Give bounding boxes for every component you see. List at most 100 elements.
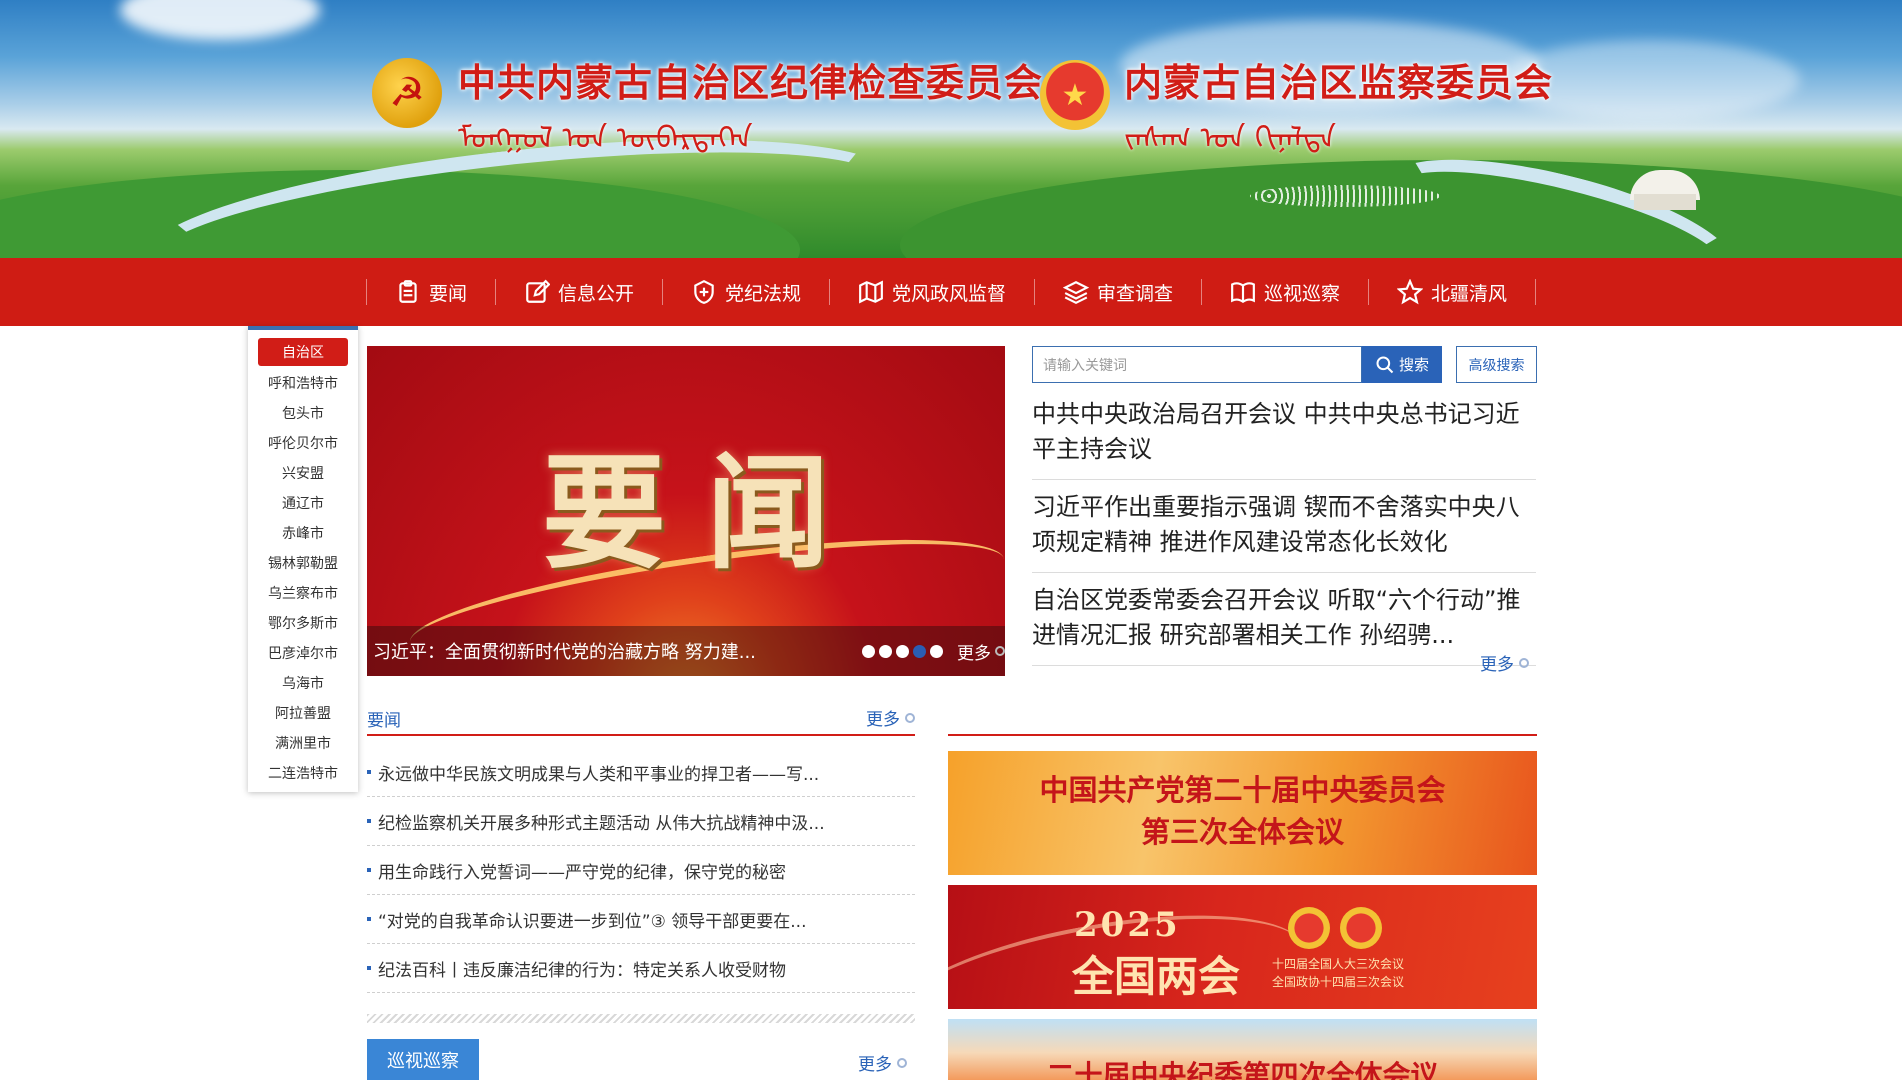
nav-item-label: 巡视巡察 (1263, 282, 1340, 305)
region-item-hinggan[interactable]: 兴安盟 (248, 458, 358, 488)
more-circle-icon (995, 646, 1005, 656)
slider-more-link[interactable]: 更多 (957, 639, 1005, 664)
sheep-flock (1250, 185, 1440, 207)
region-item-baotou[interactable]: 包头市 (248, 398, 358, 428)
advanced-search-button[interactable]: 高级搜索 (1456, 346, 1537, 383)
edit-icon (524, 279, 550, 305)
cppcc-emblem-icon (1340, 907, 1382, 949)
search-icon (1376, 356, 1394, 373)
more-label: 更多 (858, 1055, 892, 1075)
nav-item-investigation[interactable]: 审查调查 (1035, 258, 1201, 326)
region-item-tongliao[interactable]: 通辽市 (248, 488, 358, 518)
news-slider[interactable]: 要闻 习近平：全面贯彻新时代党的治藏方略 努力建... 更多 (367, 346, 1005, 676)
nav-item-north-breeze[interactable]: 北疆清风 (1369, 258, 1535, 326)
promo-two-sessions-banner[interactable]: 2025 全国两会 十四届全国人大三次会议 全国政协十四届三次会议 (948, 885, 1537, 1009)
headline-item[interactable]: 自治区党委常委会召开会议 听取“六个行动”推进情况汇报 研究部署相关工作 孙绍骋… (1032, 583, 1536, 666)
news-list: 永远做中华民族文明成果与人类和平事业的捍卫者——写... 纪检监察机关开展多种形… (367, 748, 915, 993)
list-item[interactable]: “对党的自我革命认识要进一步到位”③ 领导干部更要在... (367, 895, 915, 944)
slider-caption[interactable]: 习近平：全面贯彻新时代党的治藏方略 努力建... (373, 638, 828, 664)
nav-item-label: 党风政风监督 (891, 282, 1006, 305)
nav-item-supervision[interactable]: 党风政风监督 (830, 258, 1034, 326)
region-item-alxa[interactable]: 阿拉善盟 (248, 698, 358, 728)
promo-cdic-banner[interactable]: 二十届中央纪委第四次全体会议 (948, 1019, 1537, 1080)
tab-inspection[interactable]: 巡视巡察 (367, 1039, 479, 1080)
more-circle-icon (897, 1057, 907, 1068)
more-circle-icon (905, 712, 915, 723)
headline-item[interactable]: 习近平作出重要指示强调 锲而不舍落实中央八项规定精神 推进作风建设常态化长效化 (1032, 490, 1536, 573)
promo-sessions-sub2: 全国政协十四届三次会议 (1272, 975, 1405, 989)
list-item[interactable]: 纪检监察机关开展多种形式主题活动 从伟大抗战精神中汲... (367, 797, 915, 846)
nav-item-label: 要闻 (428, 282, 467, 305)
site-title-secondary-mongolian: ᠵᠠᠰᠠᠭ ᠤᠨ ᠬᠢᠨᠠᠯᠲᠠ (1124, 121, 1336, 156)
headline-list: 中共中央政治局召开会议 中共中央总书记习近平主持会议 习近平作出重要指示强调 锲… (1032, 397, 1536, 676)
news-item-title: 用生命践行入党誓词——严守党的纪律，保守党的秘密 (378, 862, 786, 883)
site-title: 中共内蒙古自治区纪律检查委员会 (458, 60, 1044, 105)
slider-dot[interactable] (930, 644, 943, 658)
search-button[interactable]: 搜索 (1362, 346, 1442, 383)
region-item-chifeng[interactable]: 赤峰市 (248, 518, 358, 548)
news-item-title: “对党的自我革命认识要进一步到位”③ 领导干部更要在... (378, 911, 807, 932)
main-nav: 要闻 信息公开 党纪法规 党风政风监督 审查调查 巡视巡察 北疆清风 (366, 258, 1536, 326)
search-button-label: 搜索 (1398, 357, 1429, 374)
news-section-more-link[interactable]: 更多 (866, 705, 915, 730)
more-label: 更多 (1480, 655, 1514, 675)
news-item-title: 永远做中华民族文明成果与人类和平事业的捍卫者——写... (378, 764, 820, 785)
slider-dot[interactable] (879, 644, 892, 658)
slider-title: 要闻 (541, 441, 870, 586)
nav-item-news[interactable]: 要闻 (367, 258, 495, 326)
promo-sessions-sub1: 十四届全国人大三次会议 (1272, 957, 1405, 971)
list-item[interactable]: 用生命践行入党誓词——严守党的纪律，保守党的秘密 (367, 846, 915, 895)
promo-cdic-text: 二十届中央纪委第四次全体会议 (1046, 1059, 1439, 1080)
slider-dot-active[interactable] (913, 644, 926, 658)
nav-item-regulations[interactable]: 党纪法规 (663, 258, 829, 326)
star-icon (1396, 279, 1423, 305)
region-item-hohhot[interactable]: 呼和浩特市 (248, 368, 358, 398)
headlines-more-link[interactable]: 更多 (1480, 650, 1529, 675)
news-section-title[interactable]: 要闻 (367, 706, 401, 731)
more-label: 更多 (866, 710, 900, 730)
region-item-wuhai[interactable]: 乌海市 (248, 668, 358, 698)
inspection-more-link[interactable]: 更多 (858, 1050, 907, 1075)
region-selector: 自治区 呼和浩特市 包头市 呼伦贝尔市 兴安盟 通辽市 赤峰市 锡林郭勒盟 乌兰… (248, 326, 358, 792)
region-item-xilingol[interactable]: 锡林郭勒盟 (248, 548, 358, 578)
map-icon (858, 279, 884, 305)
promo-plenum-line2: 第三次全体会议 (1140, 815, 1344, 849)
promo-plenum-line1: 中国共产党第二十届中央委员会 (1039, 773, 1446, 807)
promo-plenum-text: 中国共产党第二十届中央委员会 第三次全体会议 (948, 769, 1537, 853)
section-divider (367, 1014, 915, 1023)
region-item-bayannur[interactable]: 巴彦淖尔市 (248, 638, 358, 668)
nav-item-label: 北疆清风 (1430, 282, 1507, 305)
region-item-manzhouli[interactable]: 满洲里市 (248, 728, 358, 758)
book-icon (1230, 279, 1256, 305)
news-item-title: 纪检监察机关开展多种形式主题活动 从伟大抗战精神中汲... (378, 813, 825, 834)
site-title-secondary: 内蒙古自治区监察委员会 (1124, 60, 1554, 105)
nav-item-disclosure[interactable]: 信息公开 (496, 258, 662, 326)
slider-more-label: 更多 (957, 643, 991, 664)
slider-caption-bar: 习近平：全面贯彻新时代党的治藏方略 努力建... 更多 (367, 626, 1005, 676)
nav-item-label: 信息公开 (557, 282, 634, 305)
news-section-header: 要闻 更多 (367, 700, 915, 736)
slider-dot[interactable] (862, 644, 875, 658)
nav-item-inspection[interactable]: 巡视巡察 (1202, 258, 1368, 326)
nav-item-label: 党纪法规 (724, 282, 801, 305)
search-input[interactable] (1032, 346, 1362, 383)
list-item[interactable]: 纪法百科丨违反廉洁纪律的行为：特定关系人收受财物 (367, 944, 915, 993)
header-banner: ☭ 中共内蒙古自治区纪律检查委员会 ᠮᠣᠩᠭᠣᠯ ᠤᠨ ᠥᠪᠡᠷᠲᠡᠭᠡᠨ ★ … (0, 0, 1902, 258)
slider-dot[interactable] (896, 644, 909, 658)
region-item-hulunbuir[interactable]: 呼伦贝尔市 (248, 428, 358, 458)
cloud (120, 0, 320, 40)
news-item-title: 纪法百科丨违反廉洁纪律的行为：特定关系人收受财物 (378, 960, 786, 981)
region-item-ulanqab[interactable]: 乌兰察布市 (248, 578, 358, 608)
promo-plenum-banner[interactable]: 中国共产党第二十届中央委员会 第三次全体会议 (948, 751, 1537, 875)
region-item-erenhot[interactable]: 二连浩特市 (248, 758, 358, 788)
party-emblem-icon: ☭ (372, 58, 442, 128)
promo-sessions-name: 全国两会 (1072, 952, 1241, 1001)
headline-item[interactable]: 中共中央政治局召开会议 中共中央总书记习近平主持会议 (1032, 397, 1536, 480)
region-item-autonomous-region[interactable]: 自治区 (258, 338, 348, 366)
nav-item-label: 审查调查 (1096, 282, 1173, 305)
shield-icon (691, 279, 717, 305)
list-item[interactable]: 永远做中华民族文明成果与人类和平事业的捍卫者——写... (367, 748, 915, 797)
promo-sessions-year: 2025 (1074, 905, 1181, 945)
region-item-ordos[interactable]: 鄂尔多斯市 (248, 608, 358, 638)
national-emblem-icon (1288, 907, 1330, 949)
